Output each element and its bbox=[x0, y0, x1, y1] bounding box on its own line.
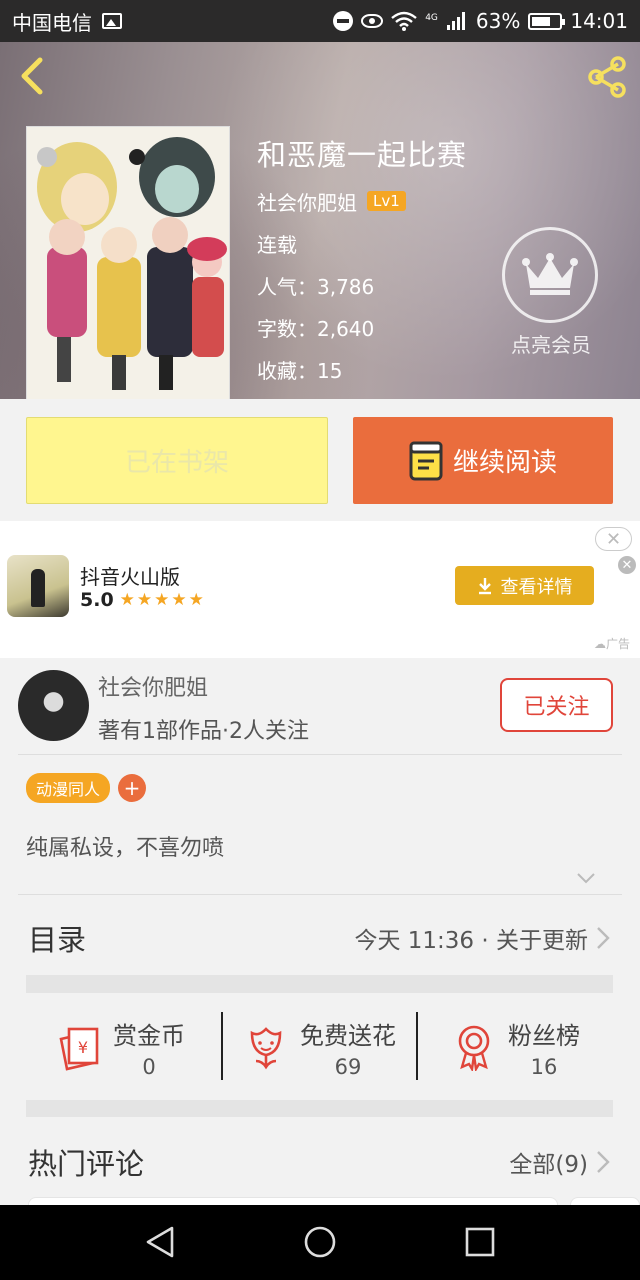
author-name[interactable]: 社会你肥姐 bbox=[98, 670, 208, 702]
expand-chevron-icon[interactable] bbox=[576, 868, 596, 888]
book-info: 和恶魔一起比赛 社会你肥姐 Lv1 连载 人气：3,786 字数：2,640 收… bbox=[257, 132, 467, 390]
stat-flower-value: 69 bbox=[334, 1054, 362, 1079]
book-favorites: 收藏：15 bbox=[257, 358, 343, 383]
all-comments-label: 全部(9) bbox=[509, 1152, 588, 1178]
stat-reward[interactable]: ¥ 赏金币 0 bbox=[55, 993, 185, 1101]
vip-crown-circle bbox=[502, 227, 598, 323]
catalog-update: 今天 11:36 · 关于更新 bbox=[354, 921, 610, 955]
continue-reading-button[interactable]: 继续阅读 bbox=[353, 417, 613, 504]
cloud-icon: ☁ bbox=[593, 637, 606, 651]
ad-banner[interactable]: 抖音火山版 5.0 ★★★★★ 查看详情 ✕ ✕ ☁广告 bbox=[0, 521, 640, 658]
ad-label: ☁广告 bbox=[594, 635, 630, 652]
book-title: 和恶魔一起比赛 bbox=[257, 138, 468, 172]
network-type-label: 4G bbox=[425, 13, 438, 23]
battery-percent: 63% bbox=[475, 9, 521, 33]
chevron-right-icon bbox=[597, 927, 610, 949]
ad-app-name: 抖音火山版 bbox=[80, 565, 180, 589]
ad-rating: 5.0 ★★★★★ bbox=[80, 589, 206, 611]
nav-home-icon[interactable] bbox=[303, 1225, 337, 1259]
author-avatar[interactable] bbox=[18, 670, 89, 741]
stat-fans-label: 粉丝榜 bbox=[508, 1021, 580, 1050]
action-bar: 已在书架 继续阅读 bbox=[0, 399, 640, 521]
section-separator bbox=[26, 1100, 613, 1118]
catalog-title: 目录 bbox=[28, 923, 87, 957]
nav-recents-icon[interactable] bbox=[463, 1225, 497, 1259]
medal-icon bbox=[458, 1025, 490, 1071]
book-popularity: 人气：3,786 bbox=[257, 274, 375, 299]
svg-text:¥: ¥ bbox=[78, 1038, 88, 1057]
wifi-icon bbox=[391, 11, 417, 31]
follow-button[interactable]: 已关注 bbox=[500, 678, 613, 732]
do-not-disturb-icon bbox=[333, 11, 354, 31]
book-author[interactable]: 社会你肥姐 bbox=[257, 187, 357, 216]
book-word-count: 字数：2,640 bbox=[257, 316, 375, 341]
clock: 14:01 bbox=[570, 9, 628, 33]
share-icon[interactable] bbox=[584, 54, 630, 100]
book-icon bbox=[409, 441, 443, 480]
ad-dismiss-icon[interactable]: ✕ bbox=[618, 556, 636, 574]
image-notification-icon bbox=[102, 13, 122, 29]
carrier-label: 中国电信 bbox=[12, 10, 92, 35]
ad-close-button[interactable]: ✕ bbox=[595, 527, 632, 551]
chevron-right-icon bbox=[597, 1151, 610, 1173]
hot-comments-header: 热门评论 全部(9) bbox=[0, 1117, 640, 1209]
back-arrow-icon[interactable] bbox=[14, 56, 54, 96]
vip-label: 点亮会员 bbox=[511, 333, 591, 357]
status-bar: 中国电信 4G 63% 14:01 bbox=[0, 0, 640, 42]
vip-button[interactable]: 点亮会员 bbox=[502, 227, 600, 358]
book-header: 和恶魔一起比赛 社会你肥姐 Lv1 连载 人气：3,786 字数：2,640 收… bbox=[0, 42, 640, 399]
nav-back-icon[interactable] bbox=[144, 1225, 178, 1259]
author-card: 社会你肥姐 著有1部作品·2人关注 已关注 bbox=[0, 658, 640, 754]
book-status: 连载 bbox=[257, 232, 297, 257]
catalog-row[interactable]: 目录 今天 11:36 · 关于更新 bbox=[0, 895, 640, 975]
catalog-update-text: 今天 11:36 · 关于更新 bbox=[354, 928, 588, 954]
author-level-badge: Lv1 bbox=[367, 191, 406, 211]
book-description: 纯属私设，不喜勿喷 bbox=[26, 836, 225, 861]
download-icon bbox=[478, 577, 491, 594]
follow-label: 已关注 bbox=[523, 695, 590, 720]
continue-reading-label: 继续阅读 bbox=[452, 448, 557, 478]
ad-app-thumbnail bbox=[7, 555, 69, 617]
signal-icon bbox=[446, 12, 465, 30]
flower-icon bbox=[250, 1027, 282, 1070]
book-cover[interactable] bbox=[26, 126, 230, 399]
eye-comfort-icon bbox=[361, 14, 384, 28]
hot-comments-title: 热门评论 bbox=[28, 1147, 145, 1181]
cover-illustration bbox=[27, 127, 229, 399]
crown-icon bbox=[522, 253, 578, 295]
ad-details-label: 查看详情 bbox=[500, 576, 573, 598]
stat-flower[interactable]: 免费送花 69 bbox=[242, 993, 396, 1101]
stats-row: ¥ 赏金币 0 免费送花 69 粉丝榜 16 bbox=[0, 993, 640, 1101]
all-comments-link[interactable]: 全部(9) bbox=[509, 1145, 610, 1179]
stat-fans[interactable]: 粉丝榜 16 bbox=[450, 993, 580, 1101]
add-tag-icon[interactable]: + bbox=[118, 774, 147, 802]
stat-fans-value: 16 bbox=[530, 1054, 558, 1079]
system-nav-bar bbox=[0, 1205, 640, 1280]
ad-tag-text: 广告 bbox=[605, 637, 630, 651]
tag-list: 动漫同人 + bbox=[26, 773, 147, 803]
divider bbox=[18, 754, 622, 755]
stat-separator bbox=[416, 1012, 418, 1080]
ad-rating-value: 5.0 bbox=[80, 589, 114, 611]
stat-reward-value: 0 bbox=[142, 1054, 156, 1079]
section-separator bbox=[26, 975, 613, 993]
tag-item[interactable]: 动漫同人 bbox=[26, 773, 111, 803]
stat-reward-label: 赏金币 bbox=[113, 1021, 185, 1050]
stat-separator bbox=[221, 1012, 223, 1080]
ad-details-button[interactable]: 查看详情 bbox=[455, 566, 594, 605]
battery-icon bbox=[528, 12, 566, 30]
on-shelf-button[interactable]: 已在书架 bbox=[26, 417, 328, 504]
stat-flower-label: 免费送花 bbox=[300, 1021, 396, 1050]
on-shelf-label: 已在书架 bbox=[124, 448, 229, 478]
ad-rating-stars: ★★★★★ bbox=[119, 590, 206, 610]
reward-coin-icon: ¥ bbox=[59, 1027, 99, 1071]
author-meta: 著有1部作品·2人关注 bbox=[98, 719, 309, 744]
